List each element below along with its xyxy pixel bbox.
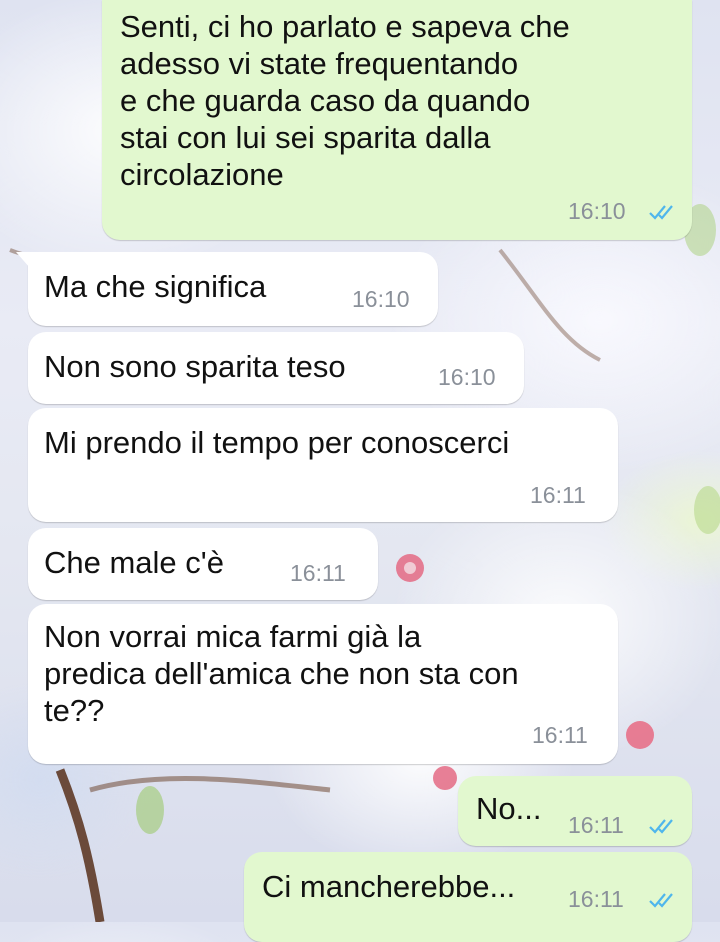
message-time: 16:11: [530, 482, 586, 508]
message-text: Non vorrai mica farmi già la predica del…: [44, 619, 519, 728]
message-incoming[interactable]: Non vorrai mica farmi già la predica del…: [28, 604, 618, 764]
message-text: Senti, ci ho parlato e sapeva che adesso…: [120, 9, 570, 192]
message-incoming[interactable]: Che male c'è 16:11: [28, 528, 378, 600]
message-time: 16:10: [568, 198, 626, 224]
message-outgoing[interactable]: Ci mancherebbe... 16:11: [244, 852, 692, 942]
message-time: 16:10: [438, 364, 496, 390]
message-time: 16:11: [290, 560, 346, 586]
message-time: 16:10: [352, 286, 410, 312]
message-text: Che male c'è: [44, 545, 224, 580]
message-text: Ma che significa: [44, 269, 267, 304]
read-ticks-icon: [649, 205, 673, 220]
message-text: No...: [476, 791, 542, 826]
read-ticks-icon: [649, 819, 673, 834]
message-time: 16:11: [568, 886, 624, 912]
message-incoming[interactable]: Non sono sparita teso 16:10: [28, 332, 524, 404]
message-outgoing[interactable]: Senti, ci ho parlato e sapeva che adesso…: [102, 0, 692, 240]
message-incoming[interactable]: Ma che significa 16:10: [16, 252, 438, 326]
message-time: 16:11: [532, 722, 588, 748]
read-ticks-icon: [649, 893, 673, 908]
message-outgoing[interactable]: No... 16:11: [458, 776, 692, 846]
message-incoming[interactable]: Mi prendo il tempo per conoscerci 16:11: [28, 408, 618, 522]
message-text: Ci mancherebbe...: [262, 869, 516, 904]
message-text: Non sono sparita teso: [44, 349, 346, 384]
message-text: Mi prendo il tempo per conoscerci: [44, 425, 510, 460]
bubble-tail: [16, 252, 30, 268]
message-time: 16:11: [568, 812, 624, 838]
